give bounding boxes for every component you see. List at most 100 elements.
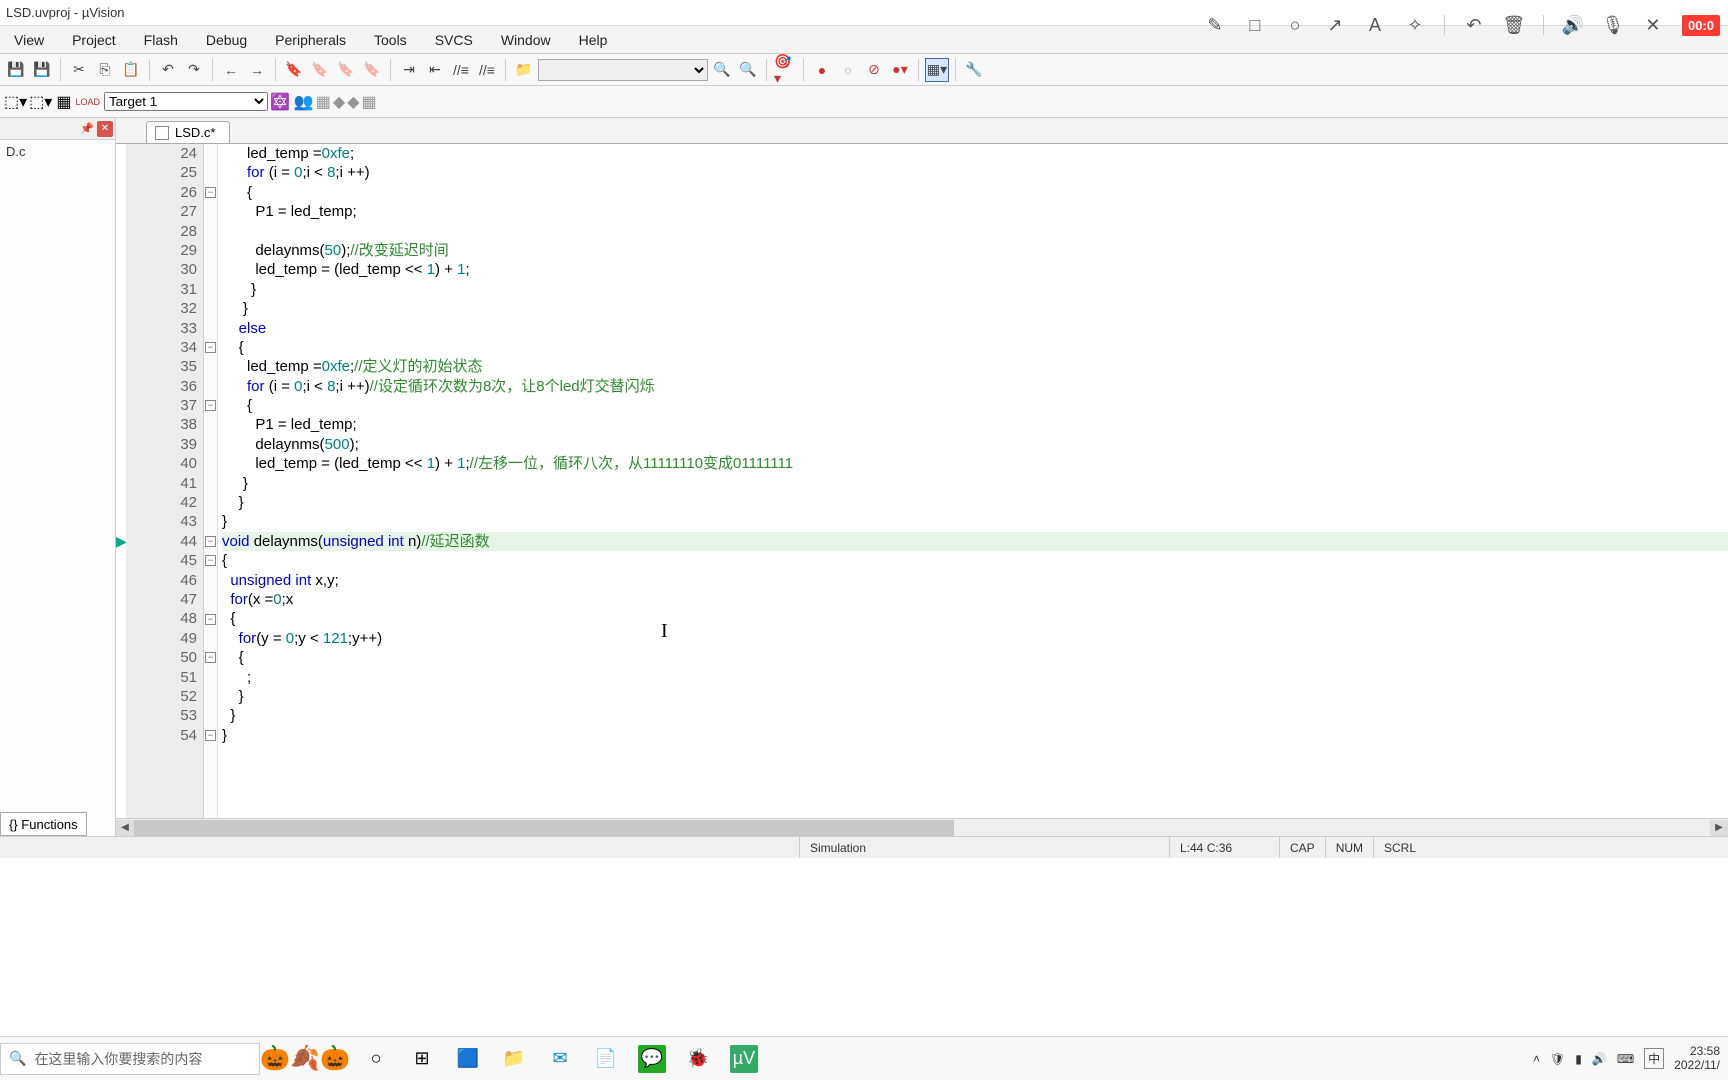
breakpoint-icon[interactable]: ● [810, 58, 834, 82]
uvision-icon[interactable]: µV [730, 1045, 758, 1073]
manage-icon[interactable]: 👥 [294, 92, 314, 112]
bookmark-icon[interactable]: 🔖 [282, 58, 306, 82]
app-icon[interactable]: 🐞 [684, 1045, 712, 1073]
uncomment-icon[interactable]: //≡ [475, 58, 499, 82]
menu-window[interactable]: Window [493, 30, 559, 50]
options-icon[interactable]: 🔯 [270, 92, 290, 112]
configure-icon[interactable]: 🔧 [962, 58, 986, 82]
editor-area: LSD.c* ▶ 2425262728293031323334353637383… [116, 118, 1728, 836]
debug-icon[interactable]: 🎯▾ [773, 58, 797, 82]
tray-app-icon[interactable]: 🛡 [1550, 1052, 1565, 1066]
tray-clock[interactable]: 23:58 2022/11/ [1674, 1045, 1720, 1071]
bookmark-prev-icon[interactable]: 🔖 [308, 58, 332, 82]
outdent-icon[interactable]: ⇤ [423, 58, 447, 82]
nav-forward-icon[interactable]: → [245, 58, 269, 82]
file-tab[interactable]: LSD.c* [146, 121, 230, 143]
text-cursor-icon: I [661, 622, 668, 641]
menu-help[interactable]: Help [571, 30, 616, 50]
tray-ime[interactable]: 中 [1644, 1048, 1664, 1069]
status-caps: CAP [1280, 837, 1326, 858]
code-lines[interactable]: led_temp =0xfe; for (i = 0;i < 8;i ++) {… [218, 144, 1728, 818]
menu-svcs[interactable]: SVCS [427, 30, 481, 50]
menu-view[interactable]: View [6, 30, 52, 50]
text-icon[interactable]: A [1364, 14, 1386, 36]
batch-icon[interactable]: ▦ [362, 92, 377, 112]
task-view-icon[interactable]: ⊞ [408, 1045, 436, 1073]
breakpoint-kill-icon[interactable]: ⊘ [862, 58, 886, 82]
nav-back-icon[interactable]: ← [219, 58, 243, 82]
pin-icon[interactable]: 📌 [79, 121, 95, 137]
undo-icon[interactable]: ↶ [1463, 14, 1485, 36]
window-layout-icon[interactable]: ▦▾ [925, 58, 949, 82]
arrow-icon[interactable]: ↗ [1324, 14, 1346, 36]
find-icon[interactable]: 📁 [512, 58, 536, 82]
mic-icon[interactable]: 🎙 [1602, 14, 1624, 36]
save-icon[interactable]: 💾 [4, 58, 28, 82]
wechat-icon[interactable]: 💬 [638, 1045, 666, 1073]
separator [1444, 15, 1445, 35]
incremental-find-icon[interactable]: 🔍 [736, 58, 760, 82]
tray-volume-icon[interactable]: 🔊 [1592, 1052, 1607, 1066]
edge-icon[interactable]: 🟦 [454, 1045, 482, 1073]
menu-tools[interactable]: Tools [366, 30, 415, 50]
project-tree[interactable]: D.c [0, 140, 115, 163]
horizontal-scrollbar[interactable]: ◀ ▶ [116, 818, 1728, 836]
trash-icon[interactable]: 🗑 [1503, 14, 1525, 36]
explorer-icon[interactable]: 📁 [500, 1045, 528, 1073]
target-selector[interactable]: Target 1 [104, 92, 268, 111]
comment-icon[interactable]: //≡ [449, 58, 473, 82]
marker-column: ▶ [116, 144, 126, 818]
status-num: NUM [1326, 837, 1374, 858]
env-icon[interactable]: ◆ [347, 92, 359, 112]
file-ext-icon[interactable]: ▦ [316, 92, 331, 112]
menu-flash[interactable]: Flash [136, 30, 186, 50]
breakpoint-disable-icon[interactable]: ○ [836, 58, 860, 82]
menu-peripherals[interactable]: Peripherals [267, 30, 354, 50]
code-view[interactable]: ▶ 24252627282930313233343536373839404142… [116, 144, 1728, 818]
translate-icon[interactable]: ⬚▾ [4, 92, 27, 112]
undo-icon[interactable]: ↶ [156, 58, 180, 82]
build-icon[interactable]: ⬚▾ [29, 92, 52, 112]
separator [1543, 15, 1544, 35]
find-file-icon[interactable]: 🔍 [710, 58, 734, 82]
scroll-track[interactable] [134, 820, 1710, 836]
save-all-icon[interactable]: 💾 [30, 58, 54, 82]
scroll-right-icon[interactable]: ▶ [1710, 820, 1728, 836]
highlighter-icon[interactable]: ✧ [1404, 14, 1426, 36]
indent-icon[interactable]: ⇥ [397, 58, 421, 82]
menu-debug[interactable]: Debug [198, 30, 255, 50]
tray-keyboard-icon[interactable]: ⌨ [1617, 1052, 1634, 1066]
office-icon[interactable]: 📄 [592, 1045, 620, 1073]
circle-icon[interactable]: ○ [1284, 14, 1306, 36]
download-icon[interactable]: LOAD [75, 97, 100, 107]
copy-icon[interactable]: ⎘ [93, 58, 117, 82]
taskbar-search[interactable]: 🔍 在这里输入你要搜索的内容 [0, 1043, 260, 1075]
separator [149, 59, 150, 81]
close-icon[interactable]: ✕ [1642, 14, 1664, 36]
breakpoint-list-icon[interactable]: ●▾ [888, 58, 912, 82]
speaker-icon[interactable]: 🔊 [1562, 14, 1584, 36]
rebuild-icon[interactable]: ▦ [56, 92, 71, 112]
bookmark-clear-icon[interactable]: 🔖 [360, 58, 384, 82]
tray-usb-icon[interactable]: ▮ [1575, 1052, 1582, 1066]
paste-icon[interactable]: 📋 [119, 58, 143, 82]
bookmark-next-icon[interactable]: 🔖 [334, 58, 358, 82]
square-icon[interactable]: □ [1244, 14, 1266, 36]
mail-icon[interactable]: ✉ [546, 1045, 574, 1073]
tree-file[interactable]: D.c [6, 144, 26, 159]
redo-icon[interactable]: ↷ [182, 58, 206, 82]
find-combo[interactable] [538, 59, 708, 81]
scroll-thumb[interactable] [134, 820, 954, 836]
separator [766, 59, 767, 81]
menu-project[interactable]: Project [64, 30, 124, 50]
cut-icon[interactable]: ✂ [67, 58, 91, 82]
close-icon[interactable]: ✕ [97, 121, 113, 137]
scroll-left-icon[interactable]: ◀ [116, 820, 134, 836]
books-icon[interactable]: ◆ [333, 92, 345, 112]
functions-tab[interactable]: {} Functions [0, 812, 87, 836]
record-timer[interactable]: 00:0 [1682, 15, 1720, 36]
tray-chevron-icon[interactable]: ˄ [1533, 1052, 1540, 1066]
separator [955, 59, 956, 81]
cortana-icon[interactable]: ○ [362, 1045, 390, 1073]
pencil-icon[interactable]: ✎ [1204, 14, 1226, 36]
